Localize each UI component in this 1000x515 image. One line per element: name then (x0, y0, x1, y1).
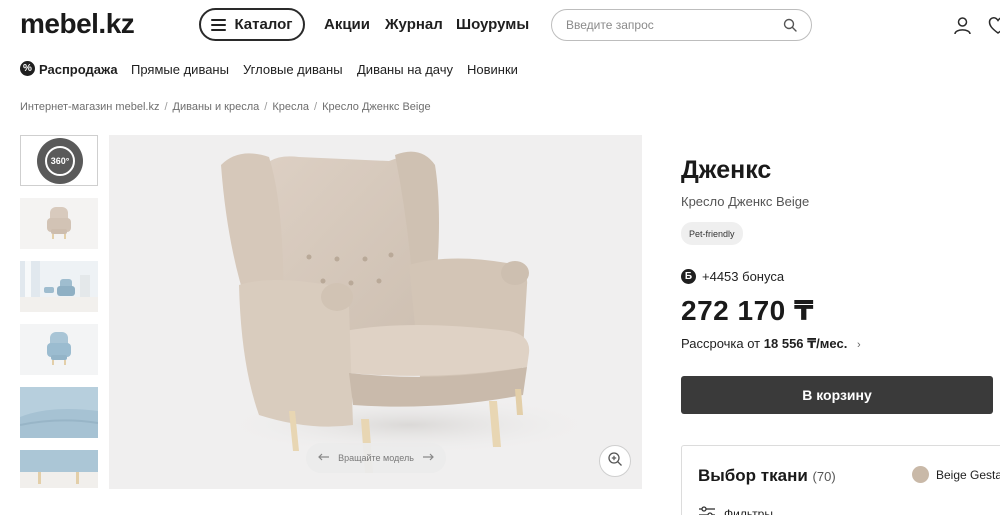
armchair-image (219, 151, 599, 473)
fabric-count: (70) (812, 469, 836, 484)
bonus-amount: +4453 бонуса (702, 269, 785, 284)
site-header: mebel.kz Каталог Акции Журнал Шоурумы (0, 0, 1000, 50)
arrow-left-icon (318, 453, 330, 463)
product-subtitle: Кресло Дженкс Beige (681, 194, 810, 209)
menu-icon (211, 19, 227, 31)
fabric-swatch[interactable] (912, 466, 929, 483)
category-straight-sofas[interactable]: Прямые диваны (131, 62, 229, 77)
user-icon[interactable] (953, 16, 972, 40)
filter-button[interactable]: Фильтры (698, 506, 773, 515)
rotate-model-control[interactable]: Вращайте модель (306, 443, 446, 473)
bonus-info: Б +4453 бонуса (681, 269, 784, 284)
rotate-model-label: Вращайте модель (338, 453, 414, 463)
installment-link[interactable]: Рассрочка от 18 556 ₸/мес. › (681, 336, 861, 352)
category-country-sofas[interactable]: Диваны на дачу (357, 62, 453, 77)
fabric-selector: Выбор ткани (70) Beige Gesta Фильтры (681, 445, 1000, 515)
chevron-right-icon: › (856, 339, 861, 351)
rotate-360-icon: 360° (37, 138, 83, 184)
filter-label: Фильтры (724, 506, 773, 515)
fabric-selector-title: Выбор ткани (70) (698, 466, 836, 485)
add-to-cart-button[interactable]: В корзину (681, 376, 993, 414)
catalog-label: Каталог (234, 16, 293, 33)
fabric-selected-name[interactable]: Beige Gesta (936, 468, 1000, 482)
thumbnail-image[interactable] (20, 387, 98, 438)
zoom-button[interactable] (599, 445, 631, 477)
category-corner-sofas[interactable]: Угловые диваны (243, 62, 343, 77)
installment-amount: 18 556 ₸/мес. (763, 336, 848, 351)
category-sale[interactable]: Распродажа (39, 62, 118, 77)
nav-link-showrooms[interactable]: Шоурумы (456, 16, 529, 33)
sale-percent-icon: % (20, 61, 35, 76)
nav-link-promotions[interactable]: Акции (324, 16, 370, 33)
breadcrumb-item[interactable]: Интернет-магазин mebel.kz (20, 101, 159, 113)
bonus-icon: Б (681, 269, 696, 284)
search-bar (551, 9, 812, 41)
thumbnail-image[interactable] (20, 198, 98, 249)
category-nav: % Распродажа Прямые диваны Угловые диван… (0, 58, 1000, 82)
site-logo[interactable]: mebel.kz (20, 8, 135, 40)
search-icon[interactable] (783, 18, 797, 37)
thumbnail-image[interactable] (20, 261, 98, 312)
thumbnail-image[interactable] (20, 324, 98, 375)
search-input[interactable] (566, 16, 766, 34)
pet-friendly-badge: Pet-friendly (681, 222, 743, 245)
breadcrumb-item[interactable]: Кресла (272, 101, 309, 113)
nav-link-journal[interactable]: Журнал (385, 16, 443, 33)
category-new[interactable]: Новинки (467, 62, 518, 77)
product-price: 272 170 ₸ (681, 295, 814, 326)
favorites-icon[interactable] (988, 16, 1000, 40)
breadcrumb-item[interactable]: Диваны и кресла (173, 101, 260, 113)
breadcrumb: Интернет-магазин mebel.kz / Диваны и кресл… (20, 101, 431, 113)
installment-prefix: Рассрочка от (681, 336, 761, 351)
arrow-right-icon (422, 453, 434, 463)
product-main-image[interactable]: Вращайте модель (109, 135, 642, 489)
product-title: Дженкс (681, 156, 772, 184)
catalog-button[interactable]: Каталог (199, 8, 305, 41)
thumbnail-360[interactable]: 360° (20, 135, 98, 186)
filter-icon (698, 506, 716, 515)
breadcrumb-current: Кресло Дженкс Beige (322, 101, 431, 113)
zoom-in-icon (607, 451, 623, 472)
thumbnail-image[interactable] (20, 450, 98, 488)
